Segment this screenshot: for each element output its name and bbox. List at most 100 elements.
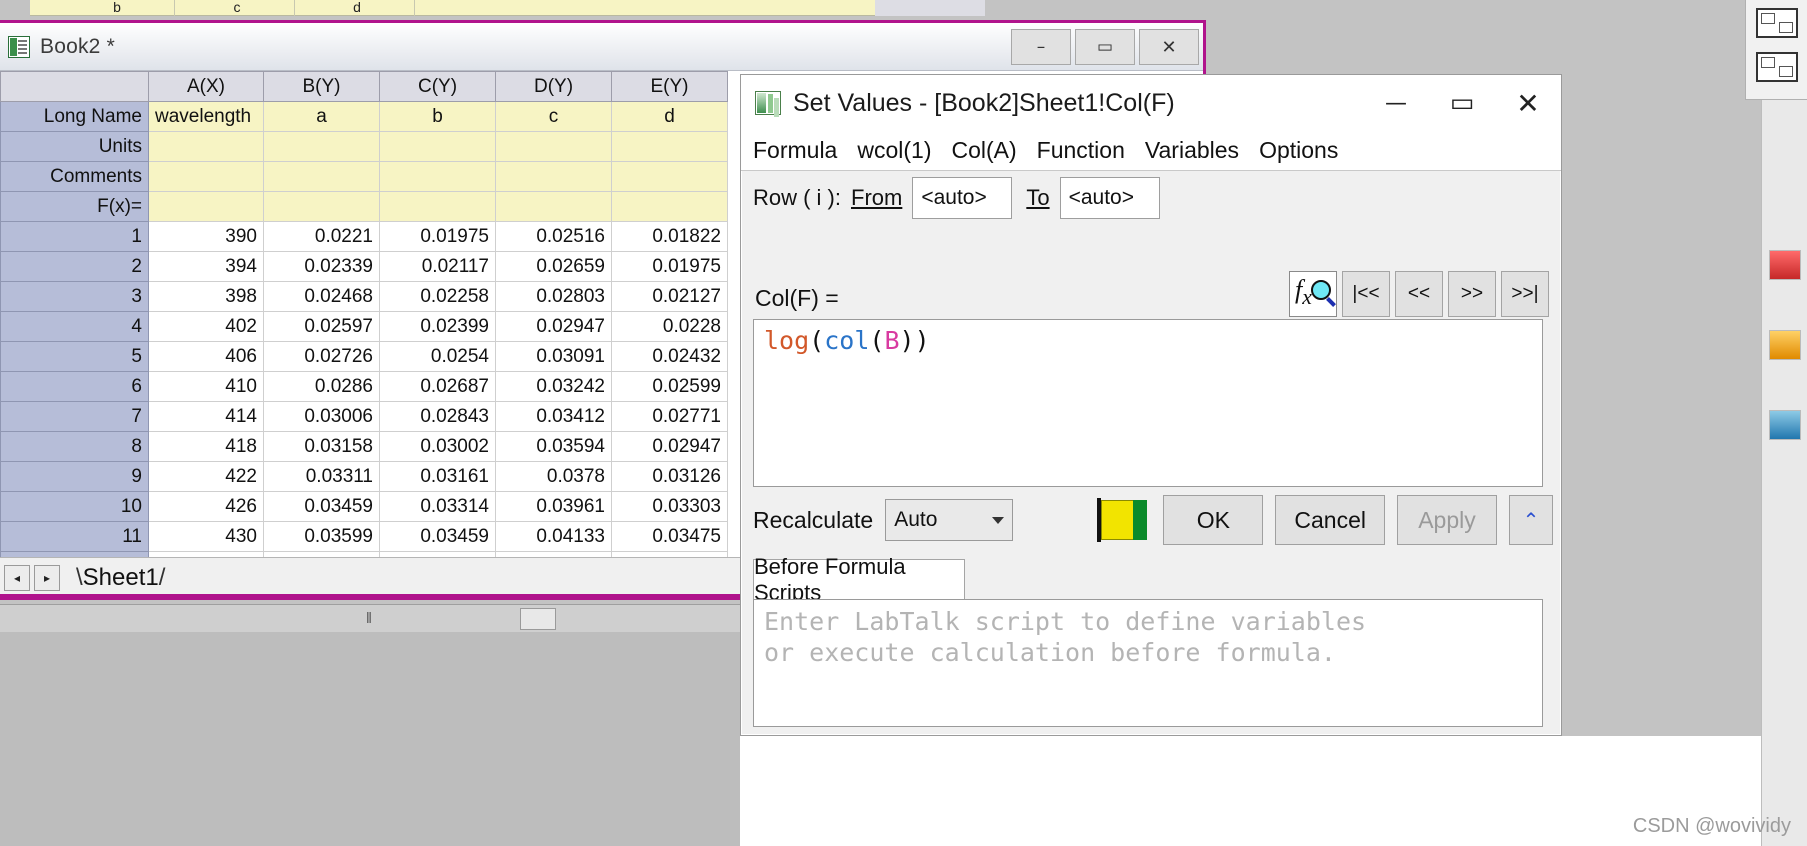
meta-row-label[interactable]: Units: [0, 131, 149, 162]
cell-a[interactable]: 430: [148, 521, 264, 552]
cell-a[interactable]: 418: [148, 431, 264, 462]
cell-e[interactable]: 0.02947: [611, 431, 728, 462]
cell-a[interactable]: 414: [148, 401, 264, 432]
menu-item-function[interactable]: Function: [1037, 137, 1125, 164]
long-name-a[interactable]: wavelength: [148, 101, 264, 132]
row-number[interactable]: 7: [0, 401, 149, 432]
cell-d[interactable]: 0.03242: [495, 371, 612, 402]
cell-c[interactable]: 0.03002: [379, 431, 496, 462]
cell-c[interactable]: 0.01975: [379, 221, 496, 252]
row-number[interactable]: 5: [0, 341, 149, 372]
formula-input[interactable]: log(col(B)): [753, 319, 1543, 487]
long-name-d[interactable]: c: [495, 101, 612, 132]
fx-e[interactable]: [611, 191, 728, 222]
row-number[interactable]: 11: [0, 521, 149, 552]
cell-b[interactable]: 0.02597: [263, 311, 380, 342]
long-name-e[interactable]: d: [611, 101, 728, 132]
cell-b[interactable]: 0.02339: [263, 251, 380, 282]
long-name-b[interactable]: a: [263, 101, 380, 132]
chevron-up-icon[interactable]: ⌃: [1509, 495, 1553, 545]
cell-d[interactable]: 0.04133: [495, 521, 612, 552]
cell-a[interactable]: 398: [148, 281, 264, 312]
cell-e[interactable]: 0.02599: [611, 371, 728, 402]
next-record-button[interactable]: >>: [1448, 271, 1496, 317]
cell-e[interactable]: 0.01822: [611, 221, 728, 252]
fx-d[interactable]: [495, 191, 612, 222]
grid-corner[interactable]: [0, 71, 149, 102]
comments-e[interactable]: [611, 161, 728, 192]
cell-b[interactable]: 0.03006: [263, 401, 380, 432]
meta-row-label[interactable]: F(x)=: [0, 191, 149, 222]
cell-a[interactable]: 410: [148, 371, 264, 402]
cell-d[interactable]: 0.03412: [495, 401, 612, 432]
column-header-d[interactable]: D(Y): [495, 71, 612, 102]
scrollbar-thumb[interactable]: [520, 608, 556, 630]
cell-a[interactable]: 406: [148, 341, 264, 372]
units-d[interactable]: [495, 131, 612, 162]
dialog-minimize-button[interactable]: —: [1363, 75, 1429, 131]
cell-a[interactable]: 394: [148, 251, 264, 282]
units-e[interactable]: [611, 131, 728, 162]
cell-b[interactable]: 0.03158: [263, 431, 380, 462]
fx-search-icon[interactable]: fx: [1289, 271, 1337, 317]
horizontal-scrollbar[interactable]: ‖: [0, 604, 740, 632]
cell-e[interactable]: 0.01975: [611, 251, 728, 282]
first-record-button[interactable]: |<<: [1342, 271, 1390, 317]
dialog-maximize-button[interactable]: ▭: [1429, 75, 1495, 131]
row-to-input[interactable]: <auto>: [1059, 177, 1160, 219]
comments-c[interactable]: [379, 161, 496, 192]
row-number[interactable]: 6: [0, 371, 149, 402]
cell-c[interactable]: 0.02258: [379, 281, 496, 312]
tab-before-formula-scripts[interactable]: Before Formula Scripts: [753, 554, 965, 605]
ok-button[interactable]: OK: [1163, 495, 1264, 545]
cell-b[interactable]: 0.03459: [263, 491, 380, 522]
cell-a[interactable]: 390: [148, 221, 264, 252]
cell-e[interactable]: 0.03475: [611, 521, 728, 552]
next-sheet-icon[interactable]: ▸: [34, 564, 60, 591]
cell-b[interactable]: 0.03599: [263, 521, 380, 552]
cell-b[interactable]: 0.0286: [263, 371, 380, 402]
cell-d[interactable]: 0.02516: [495, 221, 612, 252]
prev-record-button[interactable]: <<: [1395, 271, 1443, 317]
fx-a[interactable]: [148, 191, 264, 222]
last-record-button[interactable]: >>|: [1501, 271, 1549, 317]
cell-d[interactable]: 0.0378: [495, 461, 612, 492]
palette-swatch-orange[interactable]: [1769, 330, 1801, 360]
comments-d[interactable]: [495, 161, 612, 192]
dialog-titlebar[interactable]: Set Values - [Book2]Sheet1!Col(F) — ▭ ✕: [741, 75, 1561, 131]
before-formula-scripts-input[interactable]: Enter LabTalk script to define variables…: [753, 599, 1543, 727]
cell-c[interactable]: 0.0254: [379, 341, 496, 372]
cell-a[interactable]: 426: [148, 491, 264, 522]
row-number[interactable]: 1: [0, 221, 149, 252]
cell-a[interactable]: 402: [148, 311, 264, 342]
book2-titlebar[interactable]: Book2 * – ▭ ✕: [0, 23, 1203, 71]
column-header-b[interactable]: B(Y): [263, 71, 380, 102]
close-button[interactable]: ✕: [1139, 29, 1199, 65]
menu-item-variables[interactable]: Variables: [1145, 137, 1239, 164]
cell-e[interactable]: 0.02127: [611, 281, 728, 312]
cell-b[interactable]: 0.03311: [263, 461, 380, 492]
dialog-close-button[interactable]: ✕: [1495, 75, 1561, 131]
column-header-a[interactable]: A(X): [148, 71, 264, 102]
comments-b[interactable]: [263, 161, 380, 192]
prev-sheet-icon[interactable]: ◂: [4, 564, 30, 591]
apply-button[interactable]: Apply: [1397, 495, 1497, 545]
cell-a[interactable]: 422: [148, 461, 264, 492]
row-from-input[interactable]: <auto>: [912, 177, 1013, 219]
cell-d[interactable]: 0.02947: [495, 311, 612, 342]
cell-c[interactable]: 0.02117: [379, 251, 496, 282]
row-number[interactable]: 3: [0, 281, 149, 312]
units-b[interactable]: [263, 131, 380, 162]
cell-e[interactable]: 0.02771: [611, 401, 728, 432]
sheet-tab-sheet1[interactable]: \Sheet1/: [70, 564, 175, 592]
row-number[interactable]: 9: [0, 461, 149, 492]
cell-d[interactable]: 0.03091: [495, 341, 612, 372]
cell-e[interactable]: 0.0228: [611, 311, 728, 342]
column-header-c[interactable]: C(Y): [379, 71, 496, 102]
menu-item-formula[interactable]: Formula: [753, 137, 837, 164]
flag-icon[interactable]: [1091, 496, 1152, 544]
cell-d[interactable]: 0.02659: [495, 251, 612, 282]
maximize-button[interactable]: ▭: [1075, 29, 1135, 65]
row-number[interactable]: 10: [0, 491, 149, 522]
comments-a[interactable]: [148, 161, 264, 192]
